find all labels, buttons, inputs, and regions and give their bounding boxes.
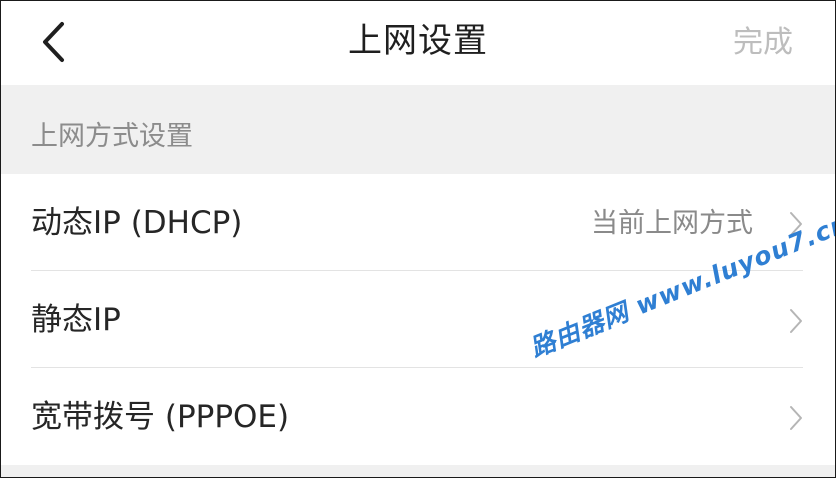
section-title: 上网方式设置 bbox=[31, 121, 193, 152]
screen-frame: 上网设置 完成 上网方式设置 动态IP (DHCP) 当前上网方式 静态IP 宽… bbox=[0, 0, 836, 478]
list-item-static-ip[interactable]: 静态IP bbox=[1, 271, 835, 368]
list-item-pppoe[interactable]: 宽带拨号 (PPPOE) bbox=[1, 368, 835, 465]
list-item-label: 宽带拨号 (PPPOE) bbox=[31, 399, 290, 435]
section-header: 上网方式设置 bbox=[1, 85, 835, 174]
chevron-right-icon bbox=[789, 405, 803, 431]
list-item-label: 静态IP bbox=[31, 302, 121, 338]
chevron-right-icon bbox=[789, 308, 803, 334]
list-item-label: 动态IP (DHCP) bbox=[31, 205, 243, 241]
connection-mode-list: 动态IP (DHCP) 当前上网方式 静态IP 宽带拨号 (PPPOE) bbox=[1, 174, 835, 465]
list-item-dhcp[interactable]: 动态IP (DHCP) 当前上网方式 bbox=[1, 174, 835, 271]
chevron-right-icon bbox=[789, 211, 803, 237]
navigation-bar: 上网设置 完成 bbox=[1, 1, 835, 85]
current-mode-label: 当前上网方式 bbox=[591, 208, 753, 239]
done-button[interactable]: 完成 bbox=[733, 23, 793, 63]
page-title: 上网设置 bbox=[348, 21, 488, 61]
